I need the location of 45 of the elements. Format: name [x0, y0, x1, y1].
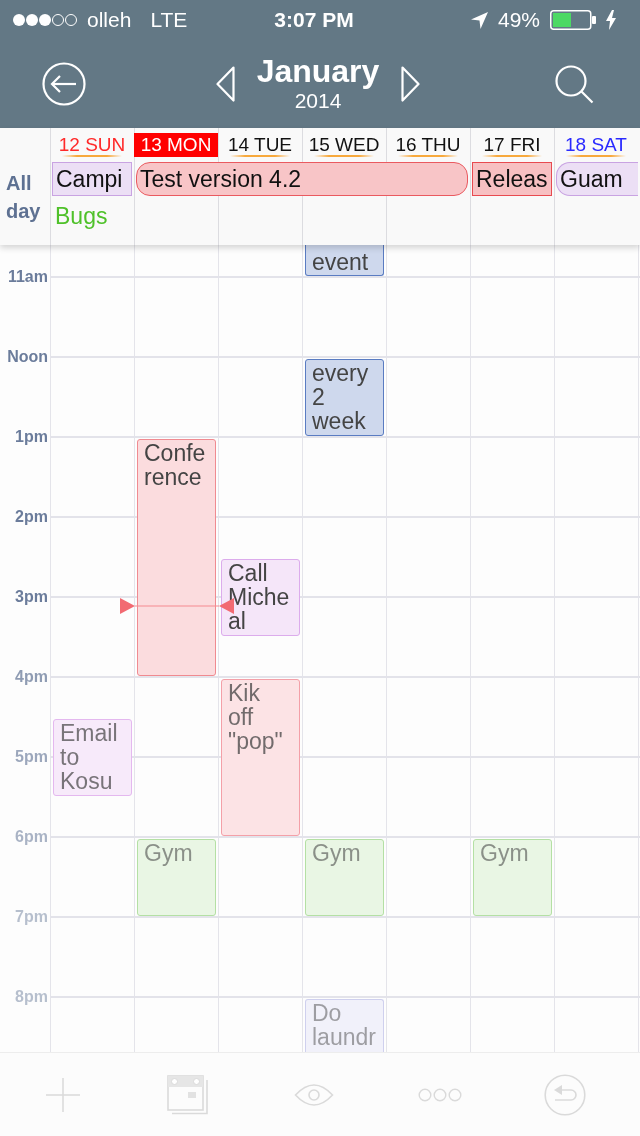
event-block[interactable]: Call Micheal [221, 559, 300, 636]
more-icon[interactable] [417, 1087, 462, 1102]
all-day-event[interactable]: Test version 4.2 [136, 162, 468, 196]
hour-label: 1pm [15, 427, 49, 447]
all-day-event[interactable]: Campi [52, 162, 132, 196]
location-arrow-icon [470, 11, 488, 29]
hour-label: 6pm [15, 827, 49, 847]
battery-icon [550, 10, 596, 30]
day-header: 14 TUE [218, 133, 302, 157]
signal-strength-icon [12, 13, 78, 27]
all-day-event[interactable]: Guam [556, 162, 638, 196]
event-block[interactable]: Conference [137, 439, 216, 676]
hour-label: 11am [7, 267, 49, 287]
eye-icon[interactable] [294, 1081, 334, 1108]
year-label: 2014 [294, 89, 342, 114]
day-header: 18 SAT [554, 133, 638, 157]
day-header: 15 WED [302, 133, 386, 157]
event-block[interactable]: every 2 week [305, 359, 384, 436]
event-block[interactable]: event [305, 245, 384, 276]
carrier-name: olleh [87, 8, 132, 32]
battery-percent: 49% [497, 8, 540, 32]
hour-label: 3pm [15, 587, 49, 607]
month-title: January [256, 54, 380, 88]
hour-label: 2pm [15, 507, 49, 527]
event-block[interactable]: Kik off "pop" [221, 679, 300, 836]
hour-label: 4pm [15, 667, 49, 687]
day-header: 13 MON [134, 133, 218, 157]
hour-label: 5pm [15, 747, 49, 767]
hour-label: 8pm [15, 987, 49, 1007]
day-header: 17 FRI [470, 133, 554, 157]
plus-icon[interactable] [45, 1077, 80, 1112]
right-triangle-icon[interactable] [401, 66, 421, 102]
day-header: 12 SUN [50, 133, 134, 157]
calendar-icon[interactable] [167, 1074, 210, 1115]
all-day-event[interactable]: Releas [472, 162, 552, 196]
search-icon[interactable] [554, 64, 594, 104]
network-type: LTE [150, 8, 188, 32]
day-header: 16 THU [386, 133, 470, 157]
all-day-label: All day [5, 171, 42, 224]
charging-bolt-icon [606, 10, 616, 30]
hour-label: Noon [7, 347, 49, 367]
status-time: 3:07 PM [274, 8, 354, 32]
left-triangle-icon[interactable] [215, 66, 235, 102]
hour-label: 7pm [15, 907, 49, 927]
event-block[interactable]: Email to Kosu [53, 719, 132, 796]
